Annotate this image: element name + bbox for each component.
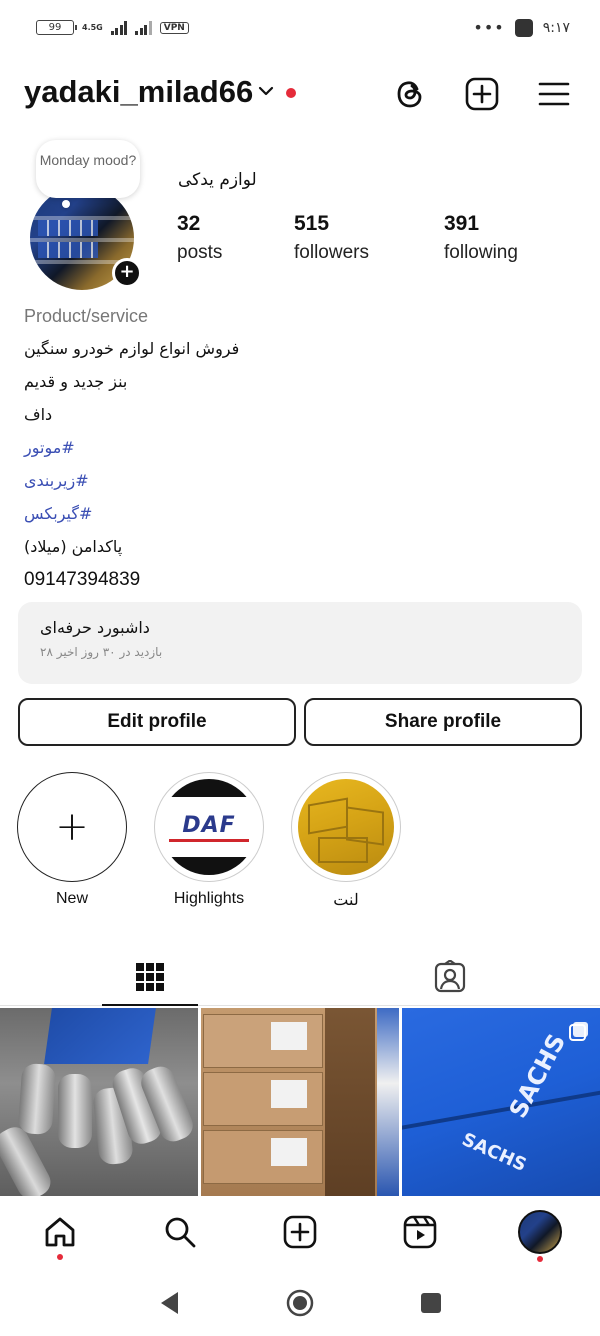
highlight-label: Highlights [173, 890, 245, 907]
profile-header: yadaki_milad66 [0, 70, 600, 120]
back-icon[interactable] [158, 1290, 180, 1316]
followers-count: 515 [294, 212, 330, 235]
home-button-icon[interactable] [285, 1288, 315, 1318]
dashboard-subtitle: ۲۸ بازدید در ۳۰ روز اخیر [40, 645, 163, 659]
posts-count: 32 [177, 212, 201, 235]
plus-icon: + [55, 804, 89, 850]
stat-followers[interactable]: 515 followers [294, 212, 369, 264]
create-icon[interactable] [282, 1214, 318, 1250]
professional-dashboard[interactable]: داشبورد حرفه‌ای ۲۸ بازدید در ۳۰ روز اخیر [18, 602, 582, 684]
followers-label: followers [294, 242, 369, 263]
post-thumbnail-pistons[interactable] [0, 1008, 198, 1196]
highlight-label: New [55, 890, 88, 907]
posts-label: posts [177, 242, 223, 263]
highlight-ring[interactable]: DAF [154, 772, 264, 882]
status-left: 99 4.5G VPN [36, 20, 189, 35]
dashboard-title: داشبورد حرفه‌ای [40, 618, 150, 637]
note-bubble[interactable]: Monday mood? [36, 140, 140, 198]
stat-following[interactable]: 391 following [444, 212, 518, 264]
bio-line: داف [24, 405, 53, 424]
highlight-new[interactable]: + New [16, 772, 128, 908]
display-name: لوازم یدکی [178, 170, 257, 190]
vpn-badge: VPN [159, 21, 189, 34]
bottom-navigation [0, 1196, 600, 1272]
phone-number: 09147394839 [24, 569, 141, 590]
edit-profile-button[interactable]: Edit profile [18, 698, 296, 746]
bio-line: پاکدامن (میلاد) [24, 537, 123, 556]
highlight-daf[interactable]: DAF Highlights [153, 772, 265, 908]
daf-logo: DAF [161, 779, 257, 875]
avatar-container[interactable]: + [30, 186, 148, 290]
profile-activity-dot [537, 1256, 543, 1262]
following-count: 391 [444, 212, 480, 235]
battery-level: 99 [48, 22, 62, 33]
hashtag-link[interactable]: موتور# [24, 431, 576, 464]
add-story-icon[interactable]: + [112, 258, 142, 288]
highlight-ring[interactable] [291, 772, 401, 882]
daf-logo-text: DAF [182, 813, 236, 838]
profile-tabs [0, 948, 600, 1006]
reels-icon[interactable] [402, 1214, 438, 1250]
profile-avatar-tab[interactable] [518, 1210, 562, 1254]
network-type: 4.5G [82, 22, 103, 32]
following-label: following [444, 242, 518, 263]
hashtag-link[interactable]: گیربکس# [24, 497, 576, 530]
create-post-icon[interactable] [464, 76, 500, 112]
post-thumbnail-boxes[interactable] [201, 1008, 399, 1196]
status-bar: 99 4.5G VPN ••• ۹:۱۷ [0, 0, 600, 60]
home-icon[interactable] [42, 1214, 78, 1250]
status-right: ••• ۹:۱۷ [473, 18, 570, 37]
chevron-down-icon[interactable] [258, 80, 274, 100]
system-navigation [0, 1272, 600, 1336]
tab-tagged[interactable] [402, 948, 498, 1006]
stat-posts[interactable]: 32 posts [177, 212, 222, 264]
bio-line: فروش انواع لوازم خودرو سنگین [24, 339, 240, 358]
signal-icon-2 [135, 20, 152, 35]
posts-grid: SACHS SACHS [0, 1008, 600, 1196]
highlight-label: لنت [333, 892, 359, 909]
bio: Product/service فروش انواع لوازم خودرو س… [24, 306, 576, 596]
home-activity-dot [57, 1254, 63, 1260]
more-dots: ••• [473, 18, 505, 37]
notification-dot [286, 88, 296, 98]
menu-icon[interactable] [536, 76, 572, 112]
note-bubble-tail [62, 200, 70, 208]
share-profile-button[interactable]: Share profile [304, 698, 582, 746]
threads-icon[interactable] [392, 76, 428, 112]
username[interactable]: yadaki_milad66 [24, 74, 253, 110]
grid-icon [136, 963, 164, 991]
clock: ۹:۱۷ [542, 19, 570, 36]
active-tab-indicator [102, 1004, 198, 1006]
new-highlight-ring[interactable]: + [17, 772, 127, 882]
notification-icon [514, 18, 533, 37]
post-thumbnail-sachs[interactable]: SACHS SACHS [402, 1008, 600, 1196]
category-label: Product/service [24, 306, 149, 326]
highlight-cover-boxes [298, 779, 394, 875]
signal-icon [110, 20, 128, 35]
search-icon[interactable] [162, 1214, 198, 1250]
bio-line: بنز جدید و قدیم [24, 372, 128, 391]
recents-icon[interactable] [420, 1292, 442, 1314]
tab-grid[interactable] [102, 948, 198, 1006]
battery-icon: 99 [36, 20, 77, 35]
tagged-person-icon [434, 960, 466, 993]
highlight-brake-pads[interactable]: لنت [290, 772, 402, 910]
multi-image-icon [569, 1022, 588, 1041]
hashtag-link[interactable]: زیربندی# [24, 464, 576, 497]
